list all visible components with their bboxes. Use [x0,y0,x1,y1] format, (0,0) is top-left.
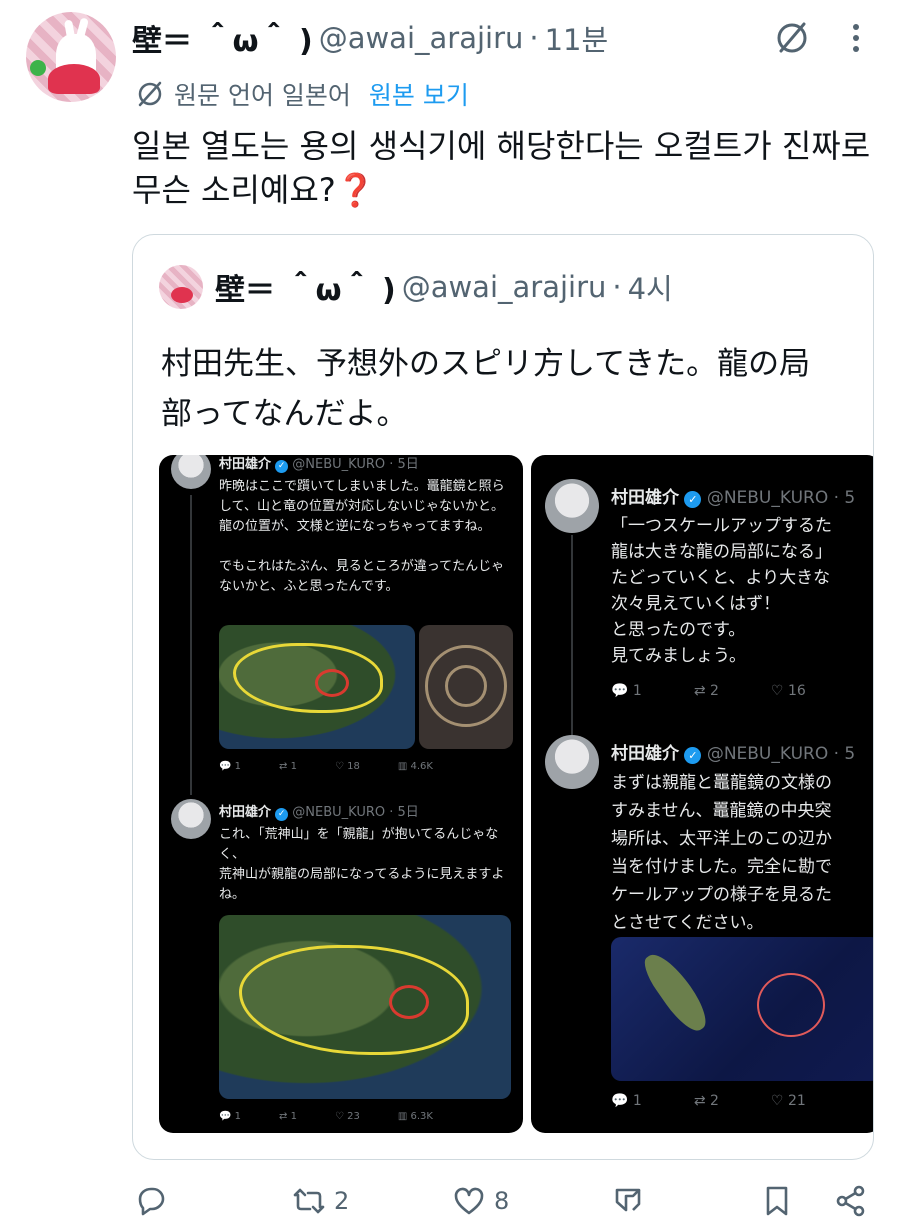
author-avatar[interactable] [26,12,116,102]
embedded-avatar [545,735,599,789]
embedded-post-header: 村田雄介 ✓ @NEBU_KURO · 5 [611,739,855,764]
verified-badge-icon: ✓ [684,491,702,508]
translate-icon [138,81,162,107]
show-original-link[interactable]: 원본 보기 [369,76,469,112]
embedded-post-actions: 💬 1 ⇄ 1 ♡ 18 ▥ 4.6K [219,761,433,772]
separator-dot: · [612,270,622,304]
embedded-author-handle: @NEBU_KURO · 5日 [292,457,419,472]
embedded-repost-count: ⇄ 1 [279,1111,297,1122]
embedded-author-name: 村田雄介 [219,805,272,820]
attached-image-1[interactable]: 村田雄介 ✓ @NEBU_KURO · 5日 昨晩はここで躓いてしまいました。鼉… [159,455,523,1133]
quoted-tweet-text: 村田先生、予想外のスピリ方してきた。龍の局部ってなんだよ。 [161,346,811,432]
embedded-post-actions: 💬 1 ⇄ 1 ♡ 23 ▥ 6.3K [219,1111,433,1122]
pacific-ocean-map-image [611,937,873,1081]
translation-row: 원문 언어 일본어 원본 보기 [134,76,469,112]
reply-button[interactable] [134,1184,176,1218]
embedded-post-text: これ、「荒神山」を「親龍」が抱いてるんじゃなく、 荒神山が親龍の局部になってるよ… [219,827,505,902]
share-icon [836,1185,865,1217]
source-language-label: 원문 언어 일본어 [174,81,351,110]
tweet-action-bar: 2 8 [0,1170,900,1232]
embedded-like-count: ♡ 21 [770,1093,806,1109]
embedded-view-count: ▥ 6.3K [397,1111,433,1122]
tweet-timestamp[interactable]: 11분 [545,17,609,59]
verified-badge-icon: ✓ [684,747,702,764]
author-handle[interactable]: @awai_arajiru [319,21,524,55]
embedded-author-handle: @NEBU_KURO · 5 [706,744,856,764]
embedded-view-count: ▥ 4.6K [397,761,433,772]
embedded-avatar [171,455,211,489]
more-options-icon[interactable] [836,18,876,58]
like-count: 8 [494,1187,510,1215]
verified-badge-icon: ✓ [275,808,289,821]
embedded-post-header: 村田雄介 ✓ @NEBU_KURO · 5 [611,483,855,508]
embedded-reply-count: 💬 1 [219,761,242,772]
repost-button[interactable]: 2 [292,1184,349,1218]
quoted-author-handle: @awai_arajiru [401,270,607,304]
tweet-header: 壁＝ ＾ω＾ ) @awai_arajiru · 11분 [132,16,609,60]
repost-count: 2 [334,1187,350,1215]
embedded-post-text: 「一つスケールアップするた 龍は大きな龍の局部になる」 たどっていくと、より大き… [611,516,832,666]
separator-dot: · [529,21,539,55]
embedded-author-handle: @NEBU_KURO · 5 [706,488,856,508]
embedded-post-actions: 💬 1 ⇄ 2 ♡ 21 [611,1093,806,1109]
tweet-text: 일본 열도는 용의 생식기에 해당한다는 오컬트가 진짜로 무슨 소리예요?❓ [132,127,871,209]
like-button[interactable]: 8 [452,1184,509,1218]
repost-icon [293,1188,325,1214]
quoted-author-display-name: 壁＝ ＾ω＾ ) [215,273,396,308]
embedded-author-name: 村田雄介 [219,457,272,472]
satellite-map-image [219,915,511,1099]
embedded-avatar [171,799,211,839]
embedded-author-name: 村田雄介 [611,744,679,764]
author-display-name[interactable]: 壁＝ ＾ω＾ ) [132,16,313,60]
verified-badge-icon: ✓ [275,460,289,473]
embedded-repost-count: ⇄ 2 [693,1093,719,1109]
quoted-tweet-header: 壁＝ ＾ω＾ ) @awai_arajiru · 4시 [215,265,673,309]
embedded-repost-count: ⇄ 2 [693,683,719,699]
grok-analyze-icon [615,1188,641,1212]
embedded-reply-count: 💬 1 [219,1111,242,1122]
attached-image-2[interactable]: 村田雄介 ✓ @NEBU_KURO · 5 「一つスケールアップするた 龍は大き… [531,455,873,1133]
embedded-post-header: 村田雄介 ✓ @NEBU_KURO · 5日 [219,455,419,473]
thread-line [190,495,192,795]
embedded-post-text: 昨晩はここで躓いてしまいました。鼉龍鏡と照らして、山と竜の位置が対応しないじゃな… [219,479,505,594]
embedded-like-count: ♡ 16 [770,683,806,699]
satellite-map-image [219,625,415,749]
embedded-post-text: まずは親龍と鼉龍鏡の文様の すみません、鼉龍鏡の中央突 場所は、太平洋上のこの辺… [611,773,832,933]
embedded-avatar [545,479,599,533]
embedded-author-name: 村田雄介 [611,488,679,508]
grok-analyze-button[interactable] [612,1184,646,1218]
embedded-author-handle: @NEBU_KURO · 5日 [292,805,419,820]
quoted-author-avatar [159,265,203,309]
embedded-reply-count: 💬 1 [611,1093,642,1109]
quoted-tweet-timestamp: 4시 [627,272,673,306]
embedded-post-header: 村田雄介 ✓ @NEBU_KURO · 5日 [219,801,419,821]
quoted-tweet-card[interactable]: 壁＝ ＾ω＾ ) @awai_arajiru · 4시 村田先生、予想外のスピリ… [132,234,874,1160]
embedded-like-count: ♡ 23 [334,1111,360,1122]
bookmark-button[interactable] [760,1184,794,1218]
reply-icon [138,1187,165,1216]
bookmark-icon [766,1186,788,1216]
embedded-reply-count: 💬 1 [611,683,642,699]
grok-icon[interactable] [772,18,812,58]
embedded-post-actions: 💬 1 ⇄ 2 ♡ 16 [611,683,806,699]
bronze-mirror-image [419,625,513,749]
share-button[interactable] [834,1184,868,1218]
embedded-like-count: ♡ 18 [334,761,360,772]
embedded-repost-count: ⇄ 1 [279,761,297,772]
thread-line [571,535,573,735]
heart-icon [454,1187,484,1215]
